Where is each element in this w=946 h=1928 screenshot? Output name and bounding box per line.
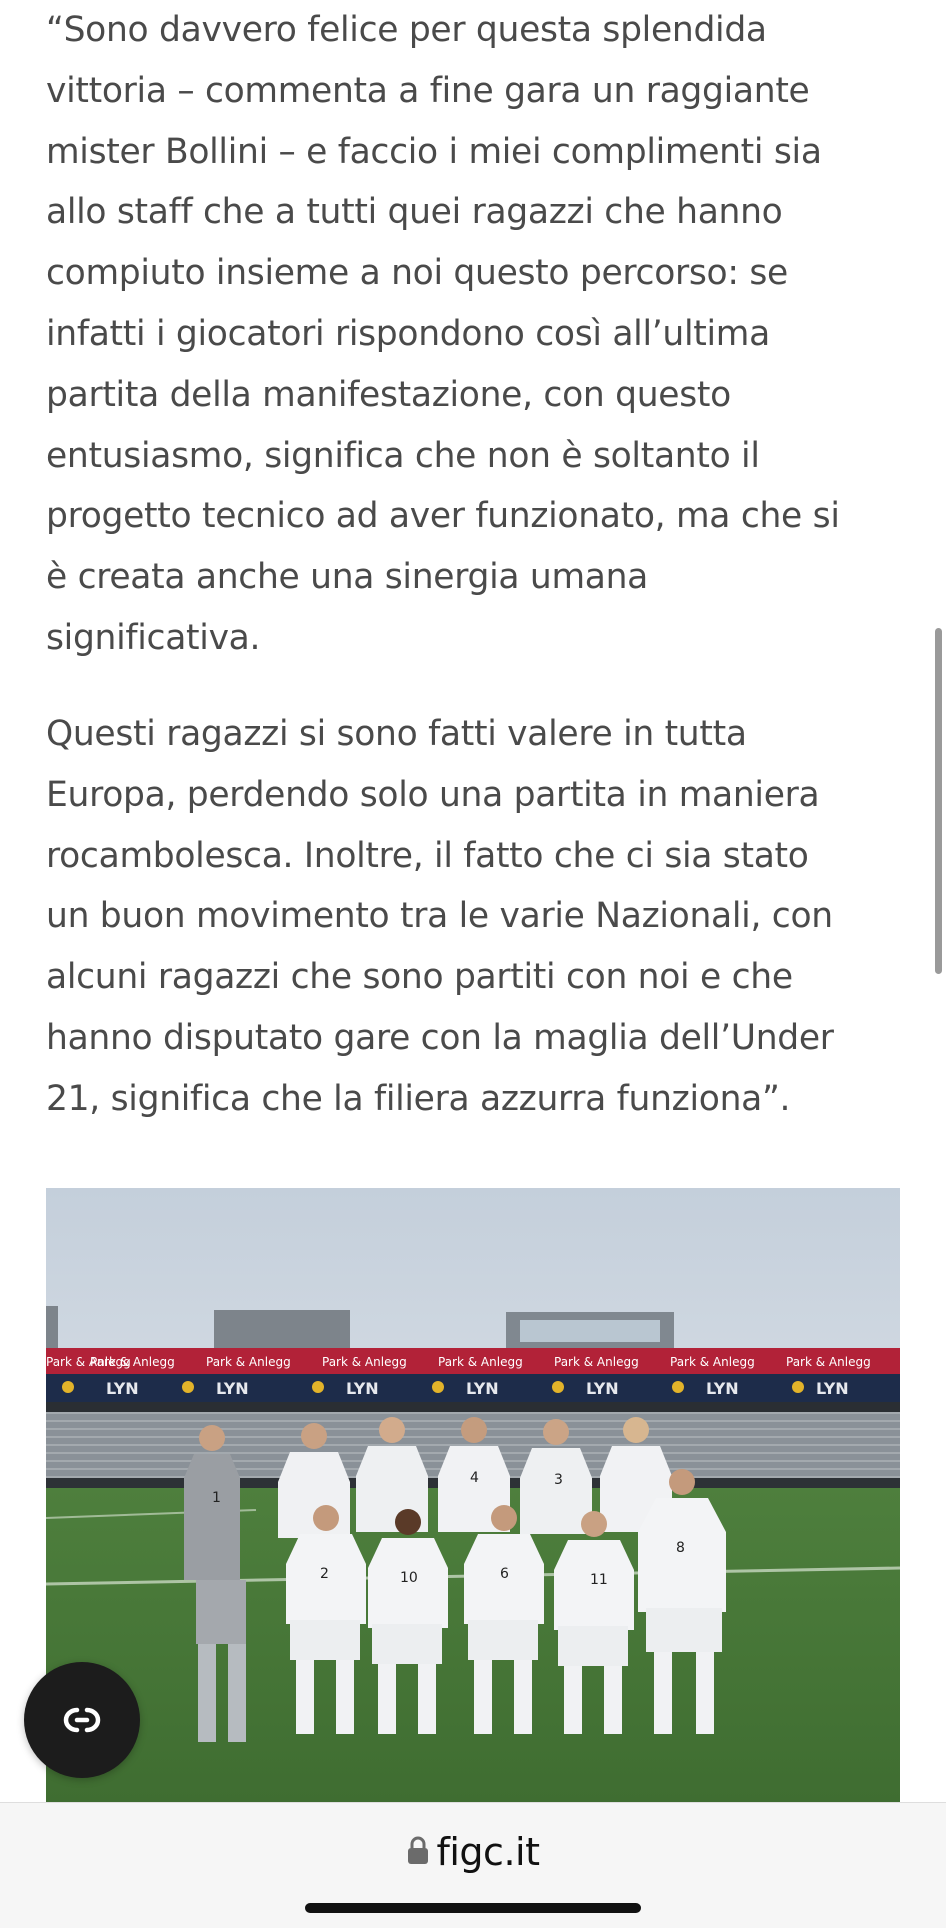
shirt-number: 1 (212, 1490, 221, 1506)
scrollbar[interactable] (935, 628, 942, 974)
shirt-number: 4 (470, 1470, 479, 1486)
banner-text: Park & Anlegg (90, 1355, 175, 1369)
banner-text: Park & Anlegg (554, 1355, 639, 1369)
shirt-number: 11 (590, 1572, 608, 1588)
url-text: figc.it (436, 1830, 541, 1874)
url-display[interactable]: figc.it (0, 1827, 946, 1877)
board-text: LYN (586, 1379, 619, 1398)
banner-text: Park & Anlegg (670, 1355, 755, 1369)
shirt-number: 10 (400, 1570, 418, 1586)
team-photo-image: Park & Anlegg Park & Anlegg Park & Anleg… (46, 1188, 900, 1802)
closed-captions-icon (63, 1707, 101, 1733)
banner-text: Park & Anlegg (786, 1355, 871, 1369)
closed-captions-button[interactable] (24, 1662, 140, 1778)
board-text: LYN (706, 1379, 739, 1398)
board-text: LYN (346, 1379, 379, 1398)
banner-text: Park & Anlegg (206, 1355, 291, 1369)
board-text: LYN (466, 1379, 499, 1398)
article-paragraph: “Sono davvero felice per questa splendid… (46, 10, 840, 658)
banner-text: Park & Anlegg (438, 1355, 523, 1369)
team-photo: Park & Anlegg Park & Anlegg Park & Anleg… (46, 1188, 900, 1802)
shirt-number: 8 (676, 1540, 685, 1556)
article-paragraph: Questi ragazzi si sono fatti valere in t… (46, 714, 834, 1119)
shirt-number: 6 (500, 1566, 509, 1582)
shirt-number: 3 (554, 1472, 563, 1488)
home-indicator[interactable] (305, 1903, 641, 1913)
browser-address-bar[interactable]: figc.it (0, 1802, 946, 1928)
board-text: LYN (216, 1379, 249, 1398)
board-text: LYN (816, 1379, 849, 1398)
lock-icon (407, 1835, 429, 1869)
shirt-number: 2 (320, 1566, 329, 1582)
banner-text: Park & Anlegg (322, 1355, 407, 1369)
page: “Sono davvero felice per questa splendid… (0, 0, 946, 1928)
board-text: LYN (106, 1379, 139, 1398)
